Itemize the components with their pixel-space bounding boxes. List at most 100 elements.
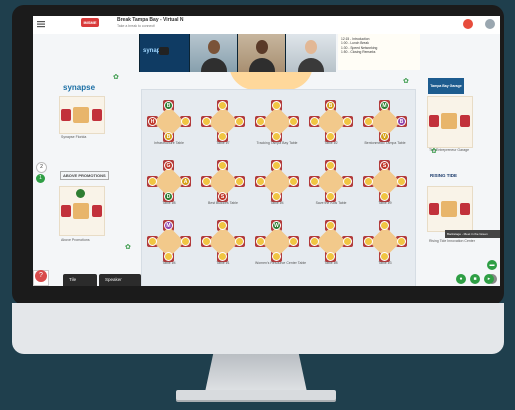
attendee-avatar[interactable]	[310, 237, 319, 246]
leave-icon[interactable]: ▸	[484, 274, 494, 284]
attendee-avatar[interactable]	[235, 177, 244, 186]
attendee-avatar[interactable]: M	[380, 101, 389, 110]
attendee-avatar[interactable]: M	[164, 221, 173, 230]
attendee-avatar[interactable]	[76, 189, 85, 198]
table[interactable]: Table #4	[255, 160, 299, 208]
attendee-avatar[interactable]	[380, 221, 389, 230]
attendee-avatar[interactable]	[310, 177, 319, 186]
attendee-avatar[interactable]	[380, 192, 389, 201]
video-tile-logo[interactable]: synapse	[139, 34, 190, 72]
attendee-avatar[interactable]	[218, 101, 227, 110]
attendee-avatar[interactable]	[343, 237, 352, 246]
attendee-avatar[interactable]	[326, 252, 335, 261]
notification-icon[interactable]	[463, 19, 473, 29]
attendee-avatar[interactable]: W	[272, 221, 281, 230]
attendee-avatar[interactable]	[256, 177, 265, 186]
menu-icon[interactable]	[37, 20, 45, 28]
attendee-avatar[interactable]	[218, 252, 227, 261]
attendee-avatar[interactable]: B	[326, 101, 335, 110]
attendee-avatar[interactable]	[289, 177, 298, 186]
attendee-avatar[interactable]: B	[164, 132, 173, 141]
attendee-avatar[interactable]	[218, 221, 227, 230]
table[interactable]: Table #7	[201, 100, 245, 148]
attendee-avatar[interactable]	[202, 237, 211, 246]
page-counter[interactable]: 2	[36, 162, 47, 173]
table[interactable]: W Women's Resource Center Table	[255, 220, 306, 268]
chat-icon[interactable]: ▬	[487, 260, 497, 270]
booth-rising-tide[interactable]	[427, 186, 473, 232]
attendee-avatar[interactable]	[164, 252, 173, 261]
attendee-avatar[interactable]	[148, 177, 157, 186]
attendee-avatar[interactable]	[326, 221, 335, 230]
active-counter[interactable]: 1	[36, 174, 45, 183]
table[interactable]: B Table #2	[309, 100, 353, 148]
attendee-avatar[interactable]: A	[181, 177, 190, 186]
table[interactable]: S Best Buddies Table	[201, 160, 245, 208]
attendee-avatar[interactable]	[364, 237, 373, 246]
video-tile-participant[interactable]	[237, 34, 286, 72]
table[interactable]: M B V Bentonmedic Tampa Table	[363, 100, 407, 148]
sponsor-logo-above[interactable]: ABOVE PROMOTIONS	[60, 171, 109, 180]
attendee-avatar[interactable]	[256, 237, 265, 246]
attendee-avatar[interactable]: H	[148, 117, 157, 126]
tab-speaker[interactable]: Speaker	[99, 274, 141, 286]
attendee-avatar[interactable]	[272, 132, 281, 141]
attendee-avatar[interactable]	[181, 117, 190, 126]
attendee-avatar[interactable]: B	[164, 101, 173, 110]
table[interactable]: Tracking Tampa Bay Table	[255, 100, 299, 148]
table[interactable]: M Table #4	[147, 220, 191, 268]
attendee-avatar[interactable]	[380, 252, 389, 261]
attendee-avatar[interactable]	[343, 177, 352, 186]
camera-icon[interactable]: ■	[470, 274, 480, 284]
table[interactable]: S Table #9	[363, 160, 407, 208]
attendee-avatar[interactable]: V	[380, 132, 389, 141]
attendee-avatar[interactable]	[181, 237, 190, 246]
table[interactable]: B H B Infrastructure Table	[147, 100, 191, 148]
attendee-avatar[interactable]	[343, 117, 352, 126]
attendee-avatar[interactable]: D	[164, 192, 173, 201]
sponsor-logo-rising-tide[interactable]: RISING TIDE	[430, 173, 457, 178]
attendee-avatar[interactable]	[326, 132, 335, 141]
user-avatar-icon[interactable]	[485, 19, 495, 29]
attendee-avatar[interactable]: B	[397, 117, 406, 126]
attendee-avatar[interactable]	[289, 237, 298, 246]
booth-above[interactable]	[59, 186, 105, 236]
attendee-avatar[interactable]	[235, 237, 244, 246]
attendee-avatar[interactable]	[218, 161, 227, 170]
attendee-avatar[interactable]	[364, 117, 373, 126]
attendee-avatar[interactable]	[397, 237, 406, 246]
attendee-avatar[interactable]	[272, 161, 281, 170]
attendee-avatar[interactable]	[289, 117, 298, 126]
attendee-avatar[interactable]	[364, 177, 373, 186]
attendee-avatar[interactable]	[326, 192, 335, 201]
sponsor-logo-garage[interactable]: Tampa Bay Garage	[428, 78, 464, 94]
play-icon[interactable]	[159, 47, 169, 55]
attendee-avatar[interactable]: S	[380, 161, 389, 170]
table[interactable]: Table #1	[201, 220, 245, 268]
attendee-avatar[interactable]	[310, 117, 319, 126]
sponsor-logo-synapse[interactable]: synapse	[63, 83, 95, 92]
event-chip[interactable]: IMSME	[81, 18, 99, 27]
attendee-avatar[interactable]	[202, 177, 211, 186]
attendee-avatar[interactable]	[218, 132, 227, 141]
attendee-avatar[interactable]	[272, 101, 281, 110]
table[interactable]: Save the Kids Table	[309, 160, 353, 208]
video-tile-participant[interactable]	[285, 34, 336, 72]
attendee-avatar[interactable]	[202, 117, 211, 126]
booth-garage[interactable]	[427, 96, 473, 148]
attendee-avatar[interactable]	[148, 237, 157, 246]
tab-tile[interactable]: Tile	[63, 274, 97, 286]
booth-synapse[interactable]	[59, 96, 105, 134]
attendee-avatar[interactable]	[256, 117, 265, 126]
video-tile-participant[interactable]	[189, 34, 238, 72]
mic-icon[interactable]: ●	[456, 274, 466, 284]
table[interactable]: G A D Table #8	[147, 160, 191, 208]
attendee-avatar[interactable]	[272, 192, 281, 201]
attendee-avatar[interactable]	[326, 161, 335, 170]
table[interactable]: Table #3	[363, 220, 407, 268]
attendee-avatar[interactable]	[235, 117, 244, 126]
attendee-avatar[interactable]	[272, 252, 281, 261]
attendee-avatar[interactable]: S	[218, 192, 227, 201]
attendee-avatar[interactable]	[397, 177, 406, 186]
help-icon[interactable]: ?	[35, 270, 47, 282]
